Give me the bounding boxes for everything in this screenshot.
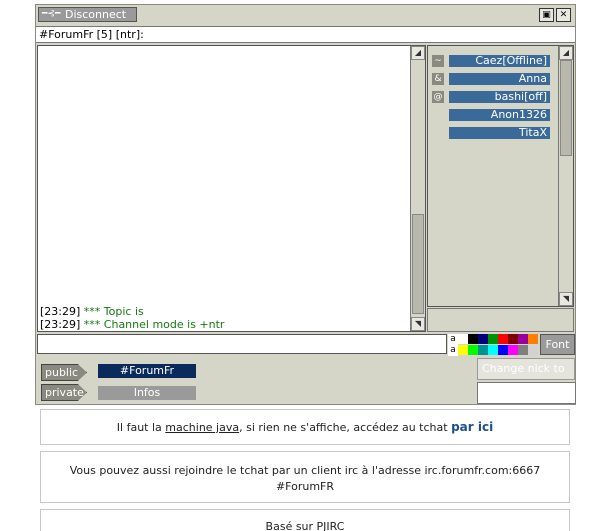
nick-list: ~ Caez[Offline] & Anna @ bashi[off] Anon… bbox=[427, 45, 574, 307]
restore-window-button[interactable]: ▣ bbox=[539, 8, 554, 22]
irc-info-line: Vous pouvez aussi rejoindre le tchat par… bbox=[69, 464, 541, 477]
chat-line: [23:29] *** Channel mode is +ntr bbox=[40, 318, 224, 331]
color-swatch[interactable] bbox=[518, 334, 528, 344]
color-swatch[interactable] bbox=[508, 345, 518, 355]
nick-list-item[interactable]: & Anna bbox=[428, 73, 558, 87]
window-tabs: public #ForumFr private Infos bbox=[36, 356, 477, 404]
java-info-middle: , si rien ne s'affiche, accédez au tchat bbox=[239, 421, 452, 434]
palette-label: a bbox=[448, 334, 458, 345]
color-swatch[interactable] bbox=[488, 345, 498, 355]
irc-info-box: Vous pouvez aussi rejoindre le tchat par… bbox=[40, 451, 570, 503]
chat-line-time: [23:29] bbox=[40, 305, 81, 318]
color-swatch[interactable] bbox=[498, 345, 508, 355]
chat-line-time: [23:29] bbox=[40, 318, 81, 331]
irc-applet: ━⊰━ Disconnect ▣ ✕ #ForumFr [5] [ntr]: [… bbox=[35, 4, 576, 405]
nick-name[interactable]: TitaX bbox=[449, 127, 550, 139]
tab-infos[interactable]: Infos bbox=[98, 386, 196, 400]
color-swatch[interactable] bbox=[468, 334, 478, 344]
palette-label: a bbox=[448, 345, 458, 356]
nick-change-panel: Change nick to bbox=[477, 356, 576, 404]
machine-java-link[interactable]: machine java bbox=[165, 421, 239, 434]
chat-line-text: *** Channel mode is +ntr bbox=[83, 318, 225, 331]
close-icon: ✕ bbox=[559, 10, 568, 20]
color-swatch[interactable] bbox=[478, 345, 488, 355]
based-on-text: Basé sur PJIRC bbox=[265, 520, 345, 531]
chat-log[interactable]: [23:29] *** Topic is [23:29] *** Channel… bbox=[37, 45, 426, 332]
color-swatch[interactable] bbox=[458, 345, 468, 355]
color-swatch[interactable] bbox=[528, 345, 538, 355]
color-swatch[interactable] bbox=[478, 334, 488, 344]
chat-line-text: *** Topic is bbox=[83, 305, 144, 318]
nick-list-item[interactable]: ~ Caez[Offline] bbox=[428, 55, 558, 69]
channel-title: #ForumFr [5] [ntr]: bbox=[36, 26, 575, 43]
close-window-button[interactable]: ✕ bbox=[556, 8, 571, 22]
nick-name[interactable]: Anna bbox=[449, 73, 550, 85]
based-on-box: Basé sur PJIRC bbox=[40, 509, 570, 531]
nick-name[interactable]: Caez[Offline] bbox=[449, 55, 550, 67]
color-swatch[interactable] bbox=[458, 334, 468, 344]
nick-mode-badge: @ bbox=[432, 91, 444, 103]
disconnect-label: Disconnect bbox=[65, 8, 127, 21]
irc-channel-line: #ForumFR bbox=[275, 480, 335, 493]
nick-name[interactable]: Anon1326 bbox=[449, 109, 550, 121]
color-swatch[interactable] bbox=[498, 334, 508, 344]
scroll-down-icon[interactable]: ◥ bbox=[559, 292, 573, 306]
chat-scroll-thumb[interactable] bbox=[412, 214, 424, 314]
par-ici-link[interactable]: par ici bbox=[451, 420, 493, 434]
nick-name[interactable]: bashi[off] bbox=[449, 91, 550, 103]
public-tab-label[interactable]: public bbox=[41, 364, 87, 381]
java-info-prefix: Il faut la bbox=[116, 421, 166, 434]
plug-icon: ━⊰━ bbox=[42, 9, 61, 19]
tab-forumfr[interactable]: #ForumFr bbox=[98, 364, 196, 378]
scroll-down-icon[interactable]: ◥ bbox=[411, 317, 425, 331]
chat-scrollbar[interactable]: ◢ ◥ bbox=[410, 46, 425, 331]
color-swatch[interactable] bbox=[488, 334, 498, 344]
nick-mode-badge: ~ bbox=[432, 55, 444, 67]
nick-scroll-thumb[interactable] bbox=[560, 60, 572, 156]
color-swatch[interactable] bbox=[518, 345, 528, 355]
nick-list-item[interactable]: TitaX bbox=[428, 127, 558, 141]
color-swatch[interactable] bbox=[468, 345, 478, 355]
nick-list-item[interactable]: Anon1326 bbox=[428, 109, 558, 123]
color-palette: a a bbox=[448, 334, 538, 356]
top-bar: ━⊰━ Disconnect ▣ ✕ bbox=[36, 5, 575, 25]
scroll-up-icon[interactable]: ◢ bbox=[559, 46, 573, 60]
nick-mode-badge: & bbox=[432, 73, 444, 85]
scroll-up-icon[interactable]: ◢ bbox=[411, 46, 425, 60]
java-info-box: Il faut la machine java, si rien ne s'af… bbox=[40, 409, 570, 445]
font-button[interactable]: Font bbox=[540, 334, 575, 355]
color-swatch[interactable] bbox=[508, 334, 518, 344]
nick-input[interactable] bbox=[477, 382, 576, 404]
disconnect-button[interactable]: ━⊰━ Disconnect bbox=[38, 7, 137, 22]
restore-icon: ▣ bbox=[542, 10, 551, 20]
chat-line: [23:29] *** Topic is bbox=[40, 305, 144, 318]
nick-list-footer bbox=[427, 308, 574, 332]
nick-list-scrollbar[interactable]: ◢ ◥ bbox=[558, 46, 573, 306]
nick-list-item[interactable]: @ bashi[off] bbox=[428, 91, 558, 105]
color-swatch[interactable] bbox=[528, 334, 538, 344]
message-input[interactable] bbox=[37, 334, 447, 354]
private-tab-label[interactable]: private bbox=[41, 384, 87, 401]
change-nick-label: Change nick to bbox=[477, 358, 575, 380]
